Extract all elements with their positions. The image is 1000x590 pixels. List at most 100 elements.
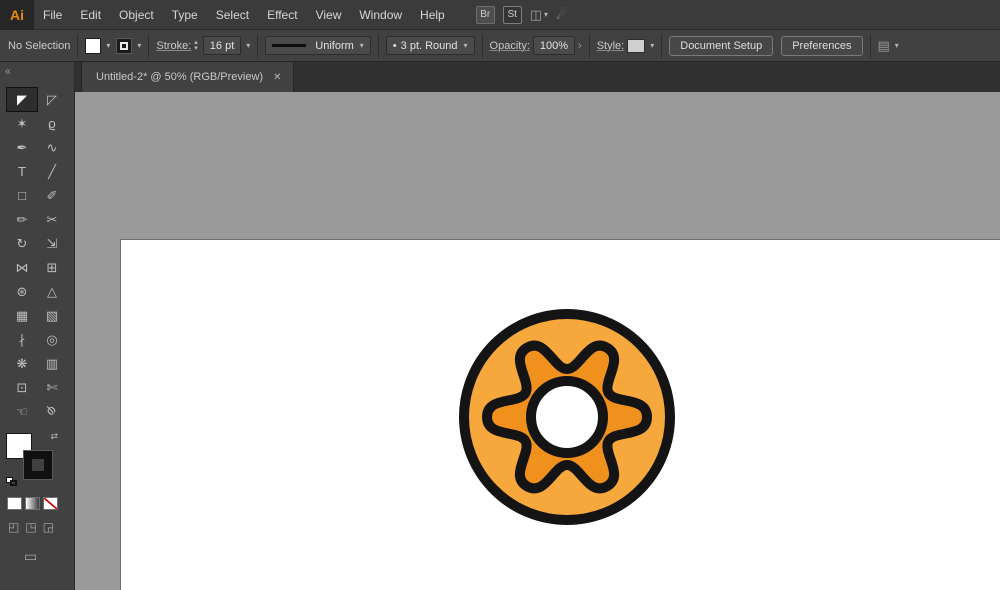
chevron-down-icon[interactable]: ▾ (650, 41, 654, 50)
artboard-tool[interactable]: ⊡ (7, 376, 37, 399)
slice-tool[interactable]: ✄ (37, 376, 67, 399)
lasso-tool[interactable]: ϱ (37, 112, 67, 135)
stroke-swatch[interactable] (116, 37, 133, 54)
line-segment-tool[interactable]: ╱ (37, 160, 67, 183)
column-graph-tool[interactable]: ▥ (37, 352, 67, 375)
menu-view[interactable]: View (307, 0, 351, 30)
divider (661, 33, 663, 58)
chevron-down-icon[interactable]: ▾ (246, 41, 250, 50)
tools-grid: ◤ ◸ ✶ ϱ ✒ ∿ T ╱ □ ✐ ✏ ✂ ↻ ⇲ ⋈ ⊞ ⊛ △ ▦ ▧ ∤ ◎ ❋ ▥ ⊡ ✄ ☜ φ (0, 87, 74, 423)
screen-mode-icon[interactable]: ▭ (24, 548, 74, 565)
default-colors-icon[interactable] (6, 477, 18, 487)
document-setup-button[interactable]: Document Setup (669, 35, 774, 56)
shape-builder-tool-icon: ⊛ (16, 284, 28, 299)
rotate-tool[interactable]: ↻ (7, 232, 37, 255)
scale-tool[interactable]: ⇲ (37, 232, 67, 255)
document-tab[interactable]: Untitled-2* @ 50% (RGB/Preview) ✕ (81, 62, 295, 92)
brush-dot-icon: • (392, 39, 397, 52)
fill-color-control[interactable]: ▾ (85, 37, 110, 54)
stroke-swatch-inner (120, 41, 129, 50)
menu-edit[interactable]: Edit (71, 0, 110, 30)
divider (869, 33, 871, 58)
preferences-button[interactable]: Preferences (781, 35, 863, 56)
chevron-down-icon: ▾ (544, 10, 549, 19)
eyedropper-tool[interactable]: ∤ (7, 328, 37, 351)
curvature-tool-icon: ∿ (46, 140, 58, 155)
draw-behind-icon[interactable]: ◳ (25, 520, 36, 534)
line-segment-tool-icon: ╱ (48, 164, 56, 179)
type-tool[interactable]: T (7, 160, 37, 183)
opacity-more-icon[interactable]: › (578, 40, 582, 52)
style-label[interactable]: Style: (597, 40, 625, 52)
perspective-grid-tool[interactable]: △ (37, 280, 67, 303)
gpu-performance-icon[interactable]: ☄ (556, 7, 568, 23)
chevron-down-icon: ▾ (137, 41, 142, 50)
width-tool[interactable]: ⋈ (7, 256, 37, 279)
chevron-down-icon: ▾ (359, 41, 364, 50)
stepper-down-icon[interactable]: ▾ (194, 45, 198, 52)
lasso-tool-icon: ϱ (48, 116, 56, 131)
rectangle-tool[interactable]: □ (7, 184, 37, 207)
menu-object[interactable]: Object (110, 0, 163, 30)
drawing-modes: ◰ ◳ ◲ (8, 520, 74, 534)
align-options[interactable]: ▤ ▾ (878, 38, 899, 54)
app-logo: Ai (0, 0, 34, 30)
menu-file[interactable]: File (34, 0, 71, 30)
canvas-pasteboard[interactable] (75, 92, 1000, 590)
width-profile-dropdown[interactable]: Uniform ▾ (265, 36, 371, 55)
collapse-panel-icon[interactable]: « (5, 66, 11, 77)
color-button[interactable] (7, 497, 22, 510)
menu-select[interactable]: Select (207, 0, 258, 30)
free-transform-tool[interactable]: ⊞ (37, 256, 67, 279)
draw-inside-icon[interactable]: ◲ (43, 520, 54, 534)
magic-wand-tool[interactable]: ✶ (7, 112, 37, 135)
stroke-color-control[interactable]: ▾ (116, 37, 142, 54)
menubar: Ai File Edit Object Type Select Effect V… (0, 0, 1000, 30)
donut-artwork[interactable] (451, 301, 683, 533)
stroke-color-box[interactable] (23, 450, 53, 480)
menu-type[interactable]: Type (163, 0, 207, 30)
opacity-label[interactable]: Opacity: (490, 40, 530, 52)
draw-normal-icon[interactable]: ◰ (8, 520, 19, 534)
artboard-tool-icon: ⊡ (16, 380, 28, 395)
scissors-tool[interactable]: ✂ (37, 208, 67, 231)
paintbrush-tool-icon: ✐ (46, 188, 58, 203)
pencil-tool[interactable]: ✏ (7, 208, 37, 231)
gradient-tool[interactable]: ▧ (37, 304, 67, 327)
styles-button[interactable]: St (502, 5, 522, 24)
opacity-field[interactable]: 100% (532, 36, 576, 55)
fill-swatch[interactable] (85, 37, 102, 54)
menu-effect[interactable]: Effect (258, 0, 306, 30)
brush-dropdown[interactable]: • 3 pt. Round ▾ (385, 36, 475, 55)
symbol-sprayer-tool[interactable]: ❋ (7, 352, 37, 375)
stroke-weight-stepper[interactable]: ▴ ▾ (194, 39, 198, 52)
paintbrush-tool[interactable]: ✐ (37, 184, 67, 207)
divider (588, 33, 590, 58)
swap-fill-stroke-icon[interactable]: ⇄ (50, 431, 58, 442)
shape-builder-tool[interactable]: ⊛ (7, 280, 37, 303)
divider (77, 33, 79, 58)
menu-help[interactable]: Help (411, 0, 454, 30)
selection-tool[interactable]: ◤ (6, 87, 38, 112)
stroke-weight-field[interactable]: 16 pt (202, 36, 242, 55)
curvature-tool[interactable]: ∿ (37, 136, 67, 159)
scissors-tool-icon: ✂ (46, 212, 58, 227)
opacity-value: 100% (539, 39, 569, 52)
hand-tool[interactable]: ☜ (7, 400, 37, 423)
perspective-grid-tool-icon: △ (47, 284, 57, 299)
mesh-tool[interactable]: ▦ (7, 304, 37, 327)
stroke-weight-label[interactable]: Stroke: (156, 40, 191, 52)
blend-tool[interactable]: ◎ (37, 328, 67, 351)
pen-tool[interactable]: ✒ (7, 136, 37, 159)
workspace-switcher[interactable]: ◫ ▾ (530, 7, 548, 23)
menu-window[interactable]: Window (350, 0, 411, 30)
zoom-tool[interactable]: φ (37, 400, 67, 423)
gradient-button[interactable] (25, 497, 40, 510)
bridge-button[interactable]: Br (475, 5, 495, 24)
slice-tool-icon: ✄ (46, 380, 58, 395)
direct-selection-tool[interactable]: ◸ (37, 88, 67, 111)
close-tab-icon[interactable]: ✕ (273, 72, 281, 83)
donut-hole[interactable] (526, 376, 608, 458)
style-swatch[interactable] (627, 38, 646, 53)
none-button[interactable] (43, 497, 58, 510)
